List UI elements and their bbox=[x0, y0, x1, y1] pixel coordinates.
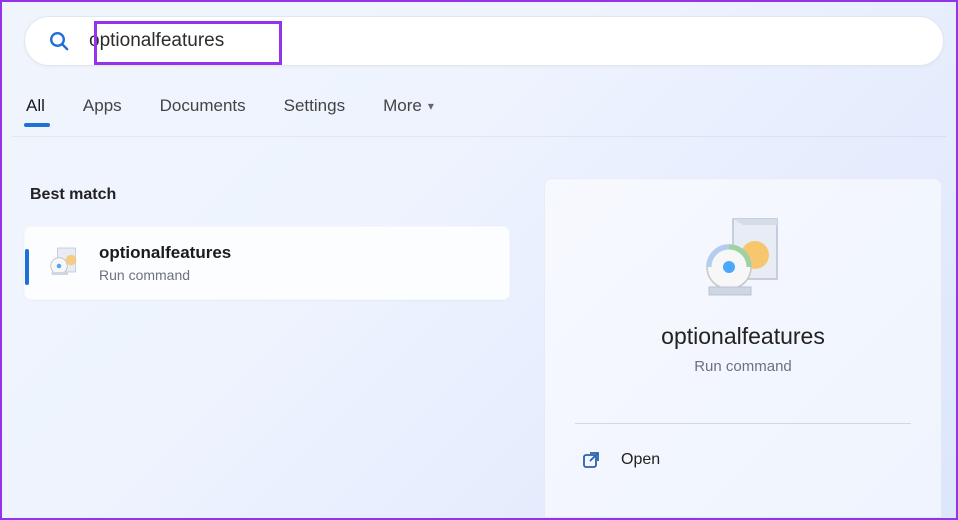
app-package-icon bbox=[47, 245, 83, 281]
open-action[interactable]: Open bbox=[575, 446, 911, 474]
open-label: Open bbox=[621, 451, 660, 469]
filter-tabs: All Apps Documents Settings More ▾ bbox=[12, 66, 946, 137]
tab-apps[interactable]: Apps bbox=[81, 94, 124, 126]
tab-documents[interactable]: Documents bbox=[158, 94, 248, 126]
result-title: optionalfeatures bbox=[99, 243, 231, 263]
search-panel: All Apps Documents Settings More ▾ Best … bbox=[2, 2, 956, 518]
result-item[interactable]: optionalfeatures Run command bbox=[24, 226, 510, 300]
best-match-heading: Best match bbox=[30, 186, 510, 204]
detail-pane: optionalfeatures Run command Open bbox=[544, 178, 942, 518]
search-input[interactable] bbox=[89, 30, 921, 52]
result-subtitle: Run command bbox=[99, 267, 231, 283]
open-external-icon bbox=[581, 450, 601, 470]
tab-settings[interactable]: Settings bbox=[282, 94, 347, 126]
detail-title: optionalfeatures bbox=[661, 323, 825, 350]
search-bar[interactable] bbox=[24, 16, 944, 66]
tab-more[interactable]: More ▾ bbox=[381, 94, 436, 126]
chevron-down-icon: ▾ bbox=[428, 99, 434, 113]
tab-all[interactable]: All bbox=[24, 94, 47, 126]
detail-app-icon bbox=[695, 213, 791, 309]
tab-more-label: More bbox=[383, 96, 422, 116]
detail-subtitle: Run command bbox=[694, 358, 792, 375]
search-icon bbox=[47, 29, 71, 53]
